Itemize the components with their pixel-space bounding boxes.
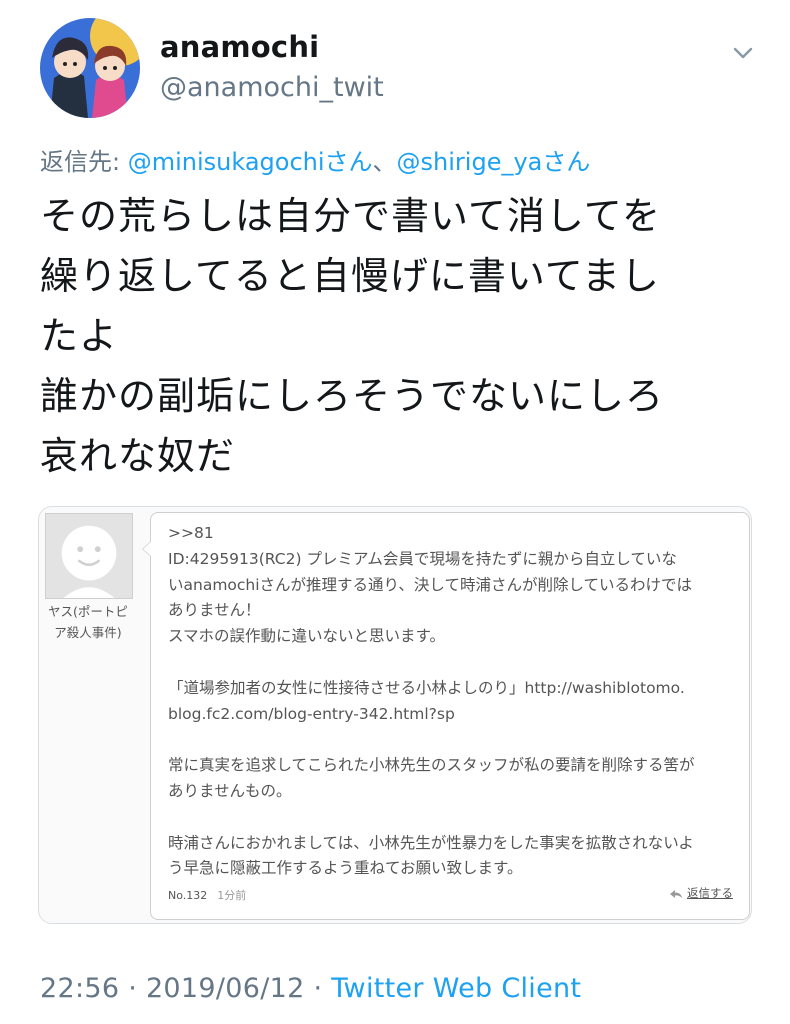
tweet-text-line: 繰り返してると自慢げに書いてまし [40,254,660,298]
tweet-text-line: 誰かの副垢にしろそうでないにしろ [40,374,665,418]
comment-body: >>81 ID:4295913(RC2) プレミアム会員で現場を持たずに親から自… [168,521,738,882]
comment-line: ID:4295913(RC2) プレミアム会員で現場を持たずに親から自立していな [168,549,677,568]
post-number: No.132 [168,889,208,902]
default-avatar-icon [45,513,133,599]
comment-line: う早急に隠蔽工作するよう重ねてお願い致します。 [168,859,523,878]
mention-link[interactable]: @minisukagochiさん [128,148,373,176]
tweet-text: その荒らしは自分で書いて消してを 繰り返してると自慢げに書いてまし たよ 誰かの… [40,186,755,486]
comment-line [168,805,738,831]
poster-name: ヤス(ポートピ ア殺人事件) [41,601,135,643]
poster-name-line: ヤス(ポートピ [48,604,128,619]
display-name[interactable]: anamochi [160,30,319,64]
comment-bubble: >>81 ID:4295913(RC2) プレミアム会員で現場を持たずに親から自… [142,512,750,920]
comment-line: >>81 [168,524,214,542]
client-link[interactable]: Twitter Web Client [331,973,581,1004]
comment-line: ありませんもの。 [168,781,292,800]
chevron-down-icon[interactable] [730,40,756,66]
profile-avatar[interactable] [40,18,140,118]
tweet-text-line: たよ [40,314,119,358]
poster-name-line: ア殺人事件) [54,625,122,640]
comment-line: スマホの誤作動に違いないと思います。 [168,627,445,646]
attached-image[interactable]: ヤス(ポートピ ア殺人事件) >>81 ID:4295913(RC2) プレミア… [38,506,752,924]
user-handle[interactable]: @anamochi_twit [160,72,384,103]
comment-meta: No.132 1分前 [168,887,246,903]
comment-line [168,727,738,753]
comment-line: 時浦さんにおかれましては、小林先生が性暴力をした事実を拡散されないよ [168,833,694,852]
mention-link[interactable]: @shirige_yaさん [397,148,591,176]
comment-line: いanamochiさんが推理する通り、決して時浦さんが削除しているわけでは [168,575,693,594]
comment-line: 常に真実を追求してこられた小林先生のスタッフが私の要請を削除する筈が [168,756,695,775]
comment-line: blog.fc2.com/blog-entry-342.html?sp [168,704,455,723]
mention-separator: 、 [372,148,397,176]
tweet-timestamp: 22:56 · 2019/06/12 · Twitter Web Client [40,973,581,1004]
comment-line: ありません！ [168,601,261,620]
tweet-text-line: 哀れな奴だ [40,434,236,478]
reply-label: 返信する [687,886,733,900]
reply-context: 返信先: @minisukagochiさん、@shirige_yaさん [40,142,590,177]
reply-prefix: 返信先: [40,148,128,176]
timestamp-date: 22:56 · 2019/06/12 · [40,973,332,1004]
comment-line: 「道場参加者の女性に性接待させる小林よしのり」http://washibloto… [168,678,685,697]
reply-link[interactable]: 返信する [669,885,733,901]
avatar-illustration [40,18,140,118]
comment-line [168,650,738,676]
tweet-text-line: その荒らしは自分で書いて消してを [40,194,661,238]
post-time: 1分前 [217,889,247,902]
reply-arrow-icon [670,889,682,898]
